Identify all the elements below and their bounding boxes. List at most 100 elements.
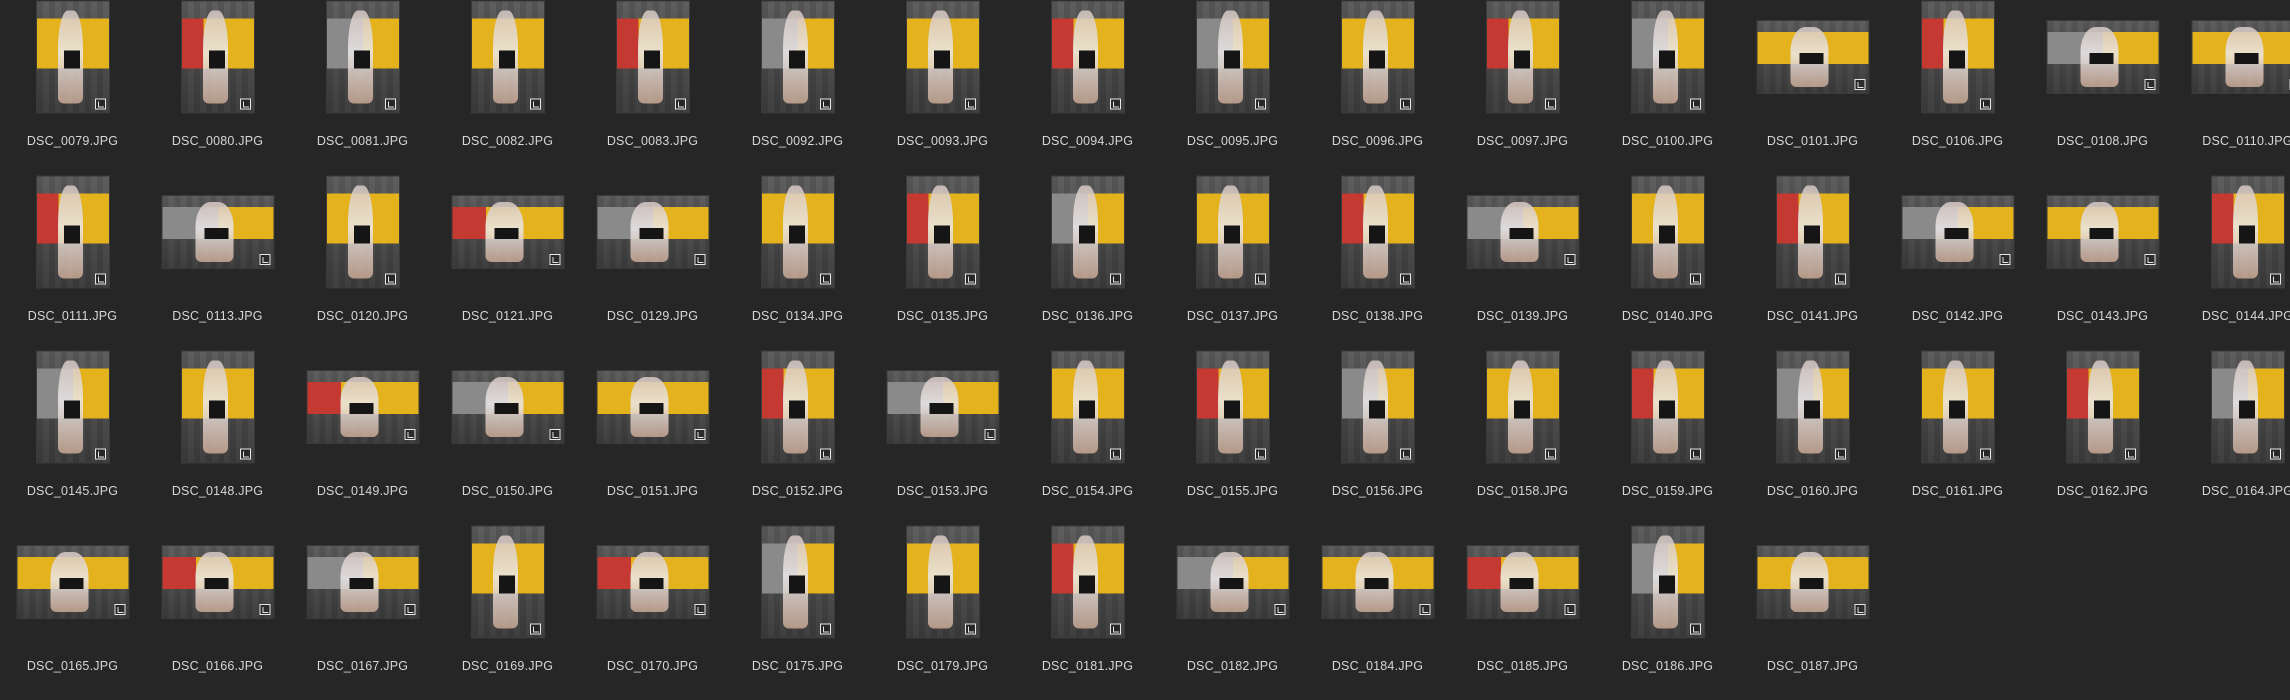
thumbnail-tile[interactable]: DSC_0158.JPG: [1450, 350, 1595, 525]
file-name-label[interactable]: DSC_0111.JPG: [0, 309, 145, 323]
thumbnail-tile[interactable]: DSC_0108.JPG: [2030, 0, 2175, 175]
file-name-label[interactable]: DSC_0135.JPG: [870, 309, 1015, 323]
file-name-label[interactable]: DSC_0170.JPG: [580, 659, 725, 673]
thumbnail-tile[interactable]: DSC_0094.JPG: [1015, 0, 1160, 175]
file-name-label[interactable]: DSC_0179.JPG: [870, 659, 1015, 673]
thumbnail-image[interactable]: [1195, 0, 1270, 114]
thumbnail-tile[interactable]: DSC_0139.JPG: [1450, 175, 1595, 350]
thumbnail-tile[interactable]: DSC_0156.JPG: [1305, 350, 1450, 525]
thumbnail-tile[interactable]: DSC_0143.JPG: [2030, 175, 2175, 350]
thumbnail-image[interactable]: [180, 0, 255, 114]
thumbnail-tile[interactable]: DSC_0152.JPG: [725, 350, 870, 525]
file-name-label[interactable]: DSC_0121.JPG: [435, 309, 580, 323]
thumbnail-tile[interactable]: DSC_0097.JPG: [1450, 0, 1595, 175]
file-name-label[interactable]: DSC_0165.JPG: [0, 659, 145, 673]
thumbnail-tile[interactable]: DSC_0165.JPG: [0, 525, 145, 700]
thumbnail-image[interactable]: [1340, 350, 1415, 464]
file-name-label[interactable]: DSC_0083.JPG: [580, 134, 725, 148]
thumbnail-image[interactable]: [1340, 175, 1415, 289]
file-name-label[interactable]: DSC_0144.JPG: [2175, 309, 2290, 323]
thumbnail-image[interactable]: [1901, 195, 2014, 269]
file-name-label[interactable]: DSC_0140.JPG: [1595, 309, 1740, 323]
thumbnail-image[interactable]: [1466, 195, 1579, 269]
thumbnail-tile[interactable]: DSC_0136.JPG: [1015, 175, 1160, 350]
thumbnail-tile[interactable]: DSC_0100.JPG: [1595, 0, 1740, 175]
file-name-label[interactable]: DSC_0156.JPG: [1305, 484, 1450, 498]
thumbnail-tile[interactable]: DSC_0164.JPG: [2175, 350, 2290, 525]
thumbnail-image[interactable]: [1466, 545, 1579, 619]
thumbnail-image[interactable]: [161, 195, 274, 269]
thumbnail-tile[interactable]: DSC_0170.JPG: [580, 525, 725, 700]
thumbnail-image[interactable]: [596, 545, 709, 619]
file-name-label[interactable]: DSC_0162.JPG: [2030, 484, 2175, 498]
thumbnail-tile[interactable]: DSC_0186.JPG: [1595, 525, 1740, 700]
thumbnail-image[interactable]: [16, 545, 129, 619]
thumbnail-tile[interactable]: DSC_0135.JPG: [870, 175, 1015, 350]
thumbnail-image[interactable]: [1630, 0, 1705, 114]
thumbnail-tile[interactable]: DSC_0155.JPG: [1160, 350, 1305, 525]
thumbnail-image[interactable]: [760, 350, 835, 464]
file-name-label[interactable]: DSC_0155.JPG: [1160, 484, 1305, 498]
file-name-label[interactable]: DSC_0167.JPG: [290, 659, 435, 673]
thumbnail-image[interactable]: [905, 525, 980, 639]
thumbnail-tile[interactable]: DSC_0080.JPG: [145, 0, 290, 175]
thumbnail-tile[interactable]: DSC_0179.JPG: [870, 525, 1015, 700]
thumbnail-image[interactable]: [2065, 350, 2140, 464]
thumbnail-image[interactable]: [470, 525, 545, 639]
thumbnail-image[interactable]: [1920, 0, 1995, 114]
file-name-label[interactable]: DSC_0139.JPG: [1450, 309, 1595, 323]
thumbnail-tile[interactable]: DSC_0101.JPG: [1740, 0, 1885, 175]
thumbnail-tile[interactable]: DSC_0175.JPG: [725, 525, 870, 700]
file-name-label[interactable]: DSC_0100.JPG: [1595, 134, 1740, 148]
file-name-label[interactable]: DSC_0181.JPG: [1015, 659, 1160, 673]
thumbnail-tile[interactable]: DSC_0167.JPG: [290, 525, 435, 700]
thumbnail-image[interactable]: [1195, 350, 1270, 464]
file-name-label[interactable]: DSC_0079.JPG: [0, 134, 145, 148]
file-name-label[interactable]: DSC_0159.JPG: [1595, 484, 1740, 498]
thumbnail-tile[interactable]: DSC_0154.JPG: [1015, 350, 1160, 525]
file-name-label[interactable]: DSC_0164.JPG: [2175, 484, 2290, 498]
thumbnail-image[interactable]: [1920, 350, 1995, 464]
thumbnail-tile[interactable]: DSC_0181.JPG: [1015, 525, 1160, 700]
thumbnail-image[interactable]: [2046, 20, 2159, 94]
thumbnail-tile[interactable]: DSC_0082.JPG: [435, 0, 580, 175]
thumbnail-image[interactable]: [306, 370, 419, 444]
file-name-label[interactable]: DSC_0185.JPG: [1450, 659, 1595, 673]
file-name-label[interactable]: DSC_0120.JPG: [290, 309, 435, 323]
thumbnail-image[interactable]: [1756, 545, 1869, 619]
file-name-label[interactable]: DSC_0187.JPG: [1740, 659, 1885, 673]
thumbnail-tile[interactable]: DSC_0106.JPG: [1885, 0, 2030, 175]
file-name-label[interactable]: DSC_0166.JPG: [145, 659, 290, 673]
thumbnail-image[interactable]: [1485, 0, 1560, 114]
thumbnail-tile[interactable]: DSC_0160.JPG: [1740, 350, 1885, 525]
file-name-label[interactable]: DSC_0182.JPG: [1160, 659, 1305, 673]
thumbnail-tile[interactable]: DSC_0142.JPG: [1885, 175, 2030, 350]
thumbnail-image[interactable]: [596, 370, 709, 444]
thumbnail-image[interactable]: [1050, 0, 1125, 114]
thumbnail-image[interactable]: [1176, 545, 1289, 619]
file-name-label[interactable]: DSC_0148.JPG: [145, 484, 290, 498]
file-name-label[interactable]: DSC_0149.JPG: [290, 484, 435, 498]
thumbnail-tile[interactable]: DSC_0137.JPG: [1160, 175, 1305, 350]
thumbnail-tile[interactable]: DSC_0148.JPG: [145, 350, 290, 525]
thumbnail-tile[interactable]: DSC_0081.JPG: [290, 0, 435, 175]
file-name-label[interactable]: DSC_0108.JPG: [2030, 134, 2175, 148]
thumbnail-tile[interactable]: DSC_0153.JPG: [870, 350, 1015, 525]
file-name-label[interactable]: DSC_0081.JPG: [290, 134, 435, 148]
thumbnail-image[interactable]: [306, 545, 419, 619]
file-name-label[interactable]: DSC_0080.JPG: [145, 134, 290, 148]
file-name-label[interactable]: DSC_0142.JPG: [1885, 309, 2030, 323]
file-name-label[interactable]: DSC_0096.JPG: [1305, 134, 1450, 148]
thumbnail-tile[interactable]: DSC_0182.JPG: [1160, 525, 1305, 700]
thumbnail-image[interactable]: [161, 545, 274, 619]
file-name-label[interactable]: DSC_0137.JPG: [1160, 309, 1305, 323]
thumbnail-tile[interactable]: DSC_0185.JPG: [1450, 525, 1595, 700]
thumbnail-image[interactable]: [1195, 175, 1270, 289]
file-name-label[interactable]: DSC_0082.JPG: [435, 134, 580, 148]
thumbnail-tile[interactable]: DSC_0092.JPG: [725, 0, 870, 175]
thumbnail-image[interactable]: [1485, 350, 1560, 464]
thumbnail-image[interactable]: [1050, 175, 1125, 289]
file-name-label[interactable]: DSC_0150.JPG: [435, 484, 580, 498]
thumbnail-tile[interactable]: DSC_0138.JPG: [1305, 175, 1450, 350]
thumbnail-tile[interactable]: DSC_0079.JPG: [0, 0, 145, 175]
